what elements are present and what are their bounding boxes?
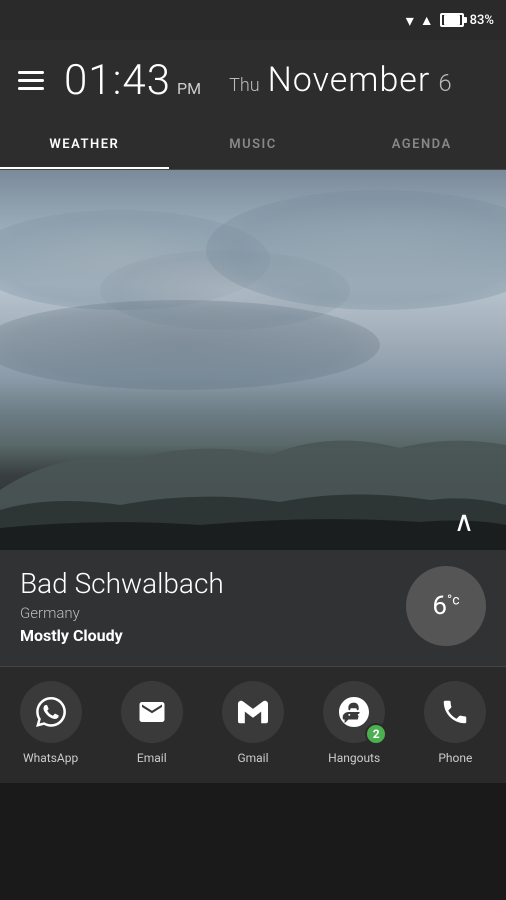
chevron-up-button[interactable]: ∧ xyxy=(442,504,486,540)
dock-item-whatsapp[interactable]: WhatsApp xyxy=(20,681,82,765)
email-label: Email xyxy=(137,751,167,765)
tab-music[interactable]: MUSIC xyxy=(169,120,338,169)
gmail-label: Gmail xyxy=(237,751,268,765)
dock-item-email[interactable]: Email xyxy=(121,681,183,765)
time-display: 01:43 PM xyxy=(64,56,201,105)
chevron-up-icon: ∧ xyxy=(454,508,475,536)
tab-music-label: MUSIC xyxy=(229,137,277,152)
whatsapp-icon xyxy=(36,697,66,727)
hamburger-menu-button[interactable] xyxy=(18,71,44,90)
month-name: November xyxy=(268,60,431,100)
hangouts-badge: 2 xyxy=(365,723,387,745)
temperature-badge: 6°c xyxy=(406,566,486,646)
battery-icon xyxy=(440,13,464,27)
weather-background: ∧ xyxy=(0,170,506,550)
phone-icon xyxy=(440,697,470,727)
email-icon-wrapper xyxy=(121,681,183,743)
signal-icon xyxy=(420,12,434,29)
date-display: Thu November 6 xyxy=(229,60,452,100)
weather-text: Bad Schwalbach Germany Mostly Cloudy xyxy=(20,567,406,645)
hangouts-icon xyxy=(339,697,369,727)
battery-percent: 83% xyxy=(470,13,494,28)
phone-label: Phone xyxy=(438,751,472,765)
dock-item-hangouts[interactable]: 2 Hangouts xyxy=(323,681,385,765)
gmail-icon-wrapper xyxy=(222,681,284,743)
weather-condition: Mostly Cloudy xyxy=(20,626,406,645)
hangouts-icon-wrapper: 2 xyxy=(323,681,385,743)
dock-item-gmail[interactable]: Gmail xyxy=(222,681,284,765)
status-bar: 83% xyxy=(0,0,506,40)
email-icon xyxy=(137,697,167,727)
landscape-silhouette xyxy=(0,370,506,550)
country-name: Germany xyxy=(20,604,406,622)
tab-agenda[interactable]: AGENDA xyxy=(337,120,506,169)
wifi-icon xyxy=(406,11,414,30)
clock-ampm: PM xyxy=(177,79,201,98)
tab-bar: WEATHER MUSIC AGENDA xyxy=(0,120,506,170)
phone-icon-wrapper xyxy=(424,681,486,743)
header-bar: 01:43 PM Thu November 6 xyxy=(0,40,506,120)
city-name: Bad Schwalbach xyxy=(20,567,406,600)
weather-info-panel: Bad Schwalbach Germany Mostly Cloudy 6°c xyxy=(0,550,506,666)
whatsapp-label: WhatsApp xyxy=(23,751,78,765)
tab-agenda-label: AGENDA xyxy=(392,137,452,152)
tab-weather-label: WEATHER xyxy=(49,137,119,152)
dock-item-phone[interactable]: Phone xyxy=(424,681,486,765)
hangouts-label: Hangouts xyxy=(328,751,380,765)
tab-weather[interactable]: WEATHER xyxy=(0,120,169,169)
app-dock: WhatsApp Email Gmail 2 Hangouts xyxy=(0,667,506,783)
gmail-icon xyxy=(238,697,268,727)
clock-time: 01:43 xyxy=(64,56,171,105)
whatsapp-icon-wrapper xyxy=(20,681,82,743)
temperature-value: 6°c xyxy=(432,591,459,621)
day-number: 6 xyxy=(438,69,451,97)
day-name: Thu xyxy=(229,75,260,96)
